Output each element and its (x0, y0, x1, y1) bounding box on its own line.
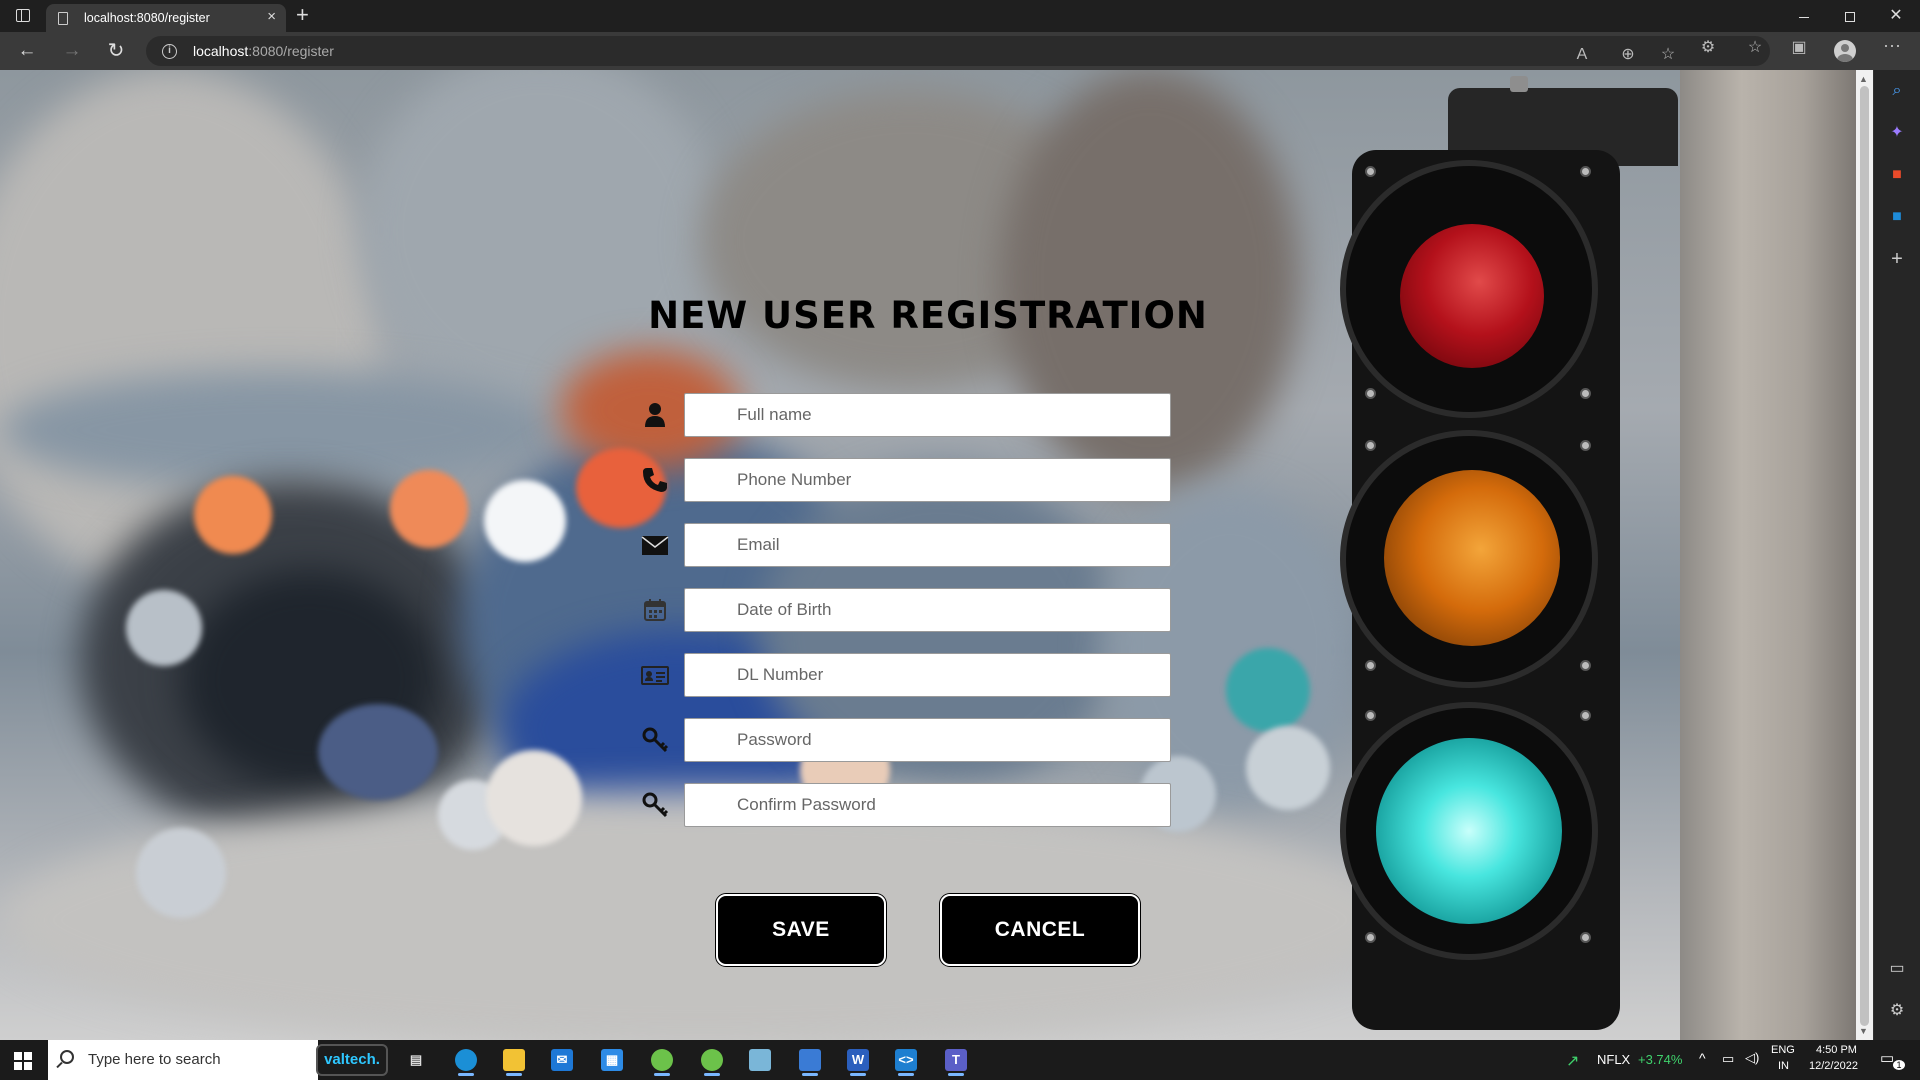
taskbar: Type here to search valtech. ▤ ✉ ▦ W <> … (0, 1040, 1920, 1080)
url-text[interactable]: localhost:8080/register (193, 43, 334, 59)
search-icon (60, 1050, 74, 1064)
store-icon[interactable]: ▦ (594, 1044, 630, 1076)
stock-trend-icon: ↗ (1566, 1053, 1580, 1070)
language-code[interactable]: ENG (1771, 1044, 1795, 1056)
page-title: NEW USER REGISTRATION (648, 294, 1208, 337)
discover-icon[interactable]: ✦ (1886, 122, 1908, 144)
url-path: :8080/register (248, 43, 334, 59)
edge-sidebar: ⌕ ✦ ■ ■ + ▭ ⚙ (1873, 70, 1920, 1040)
word-icon[interactable]: W (840, 1044, 876, 1076)
envelope-icon (638, 529, 672, 561)
browser-toolbar: ← → ↻ i localhost:8080/register A ⊕ ☆ ⚙ … (0, 32, 1920, 70)
vscode-icon[interactable]: <> (888, 1044, 924, 1076)
scroll-down-icon[interactable]: ▼ (1859, 1026, 1868, 1036)
mail-icon[interactable]: ✉ (544, 1044, 580, 1076)
signal-pole (1680, 70, 1856, 1040)
dl-number-input[interactable] (684, 653, 1171, 697)
edge-taskbar-icon[interactable] (448, 1044, 484, 1076)
show-hidden-icons-icon[interactable]: ^ (1699, 1050, 1706, 1066)
outlook-icon[interactable]: ■ (1886, 206, 1908, 228)
add-favorite-icon[interactable]: ☆ (1656, 45, 1680, 65)
page-viewport: NEW USER REGISTRATION Full name Phone Nu… (0, 70, 1856, 1040)
site-info-icon[interactable]: i (162, 44, 177, 59)
minimize-button[interactable] (1784, 4, 1824, 28)
stock-change[interactable]: +3.74% (1638, 1052, 1682, 1067)
hide-sidebar-icon[interactable]: ▭ (1886, 958, 1908, 980)
password-row (634, 718, 1174, 762)
sidebar-settings-icon[interactable]: ⚙ (1886, 1000, 1908, 1022)
add-sidebar-app-icon[interactable]: + (1886, 248, 1908, 270)
taskbar-search-placeholder: Type here to search (88, 1051, 221, 1068)
confirm-password-row (634, 783, 1174, 827)
stock-name[interactable]: NFLX (1597, 1052, 1630, 1067)
read-aloud-icon[interactable]: A (1570, 45, 1594, 65)
id-card-icon (638, 659, 672, 691)
minimize-icon (1799, 16, 1809, 18)
phone-number-input[interactable] (684, 458, 1171, 502)
key-icon (638, 789, 672, 821)
email-row (634, 523, 1174, 567)
tab-close-button[interactable]: × (267, 8, 276, 26)
address-bar[interactable]: i localhost:8080/register A ⊕ ☆ (146, 36, 1770, 66)
browser-titlebar: localhost:8080/register × + ✕ (0, 0, 1920, 32)
close-window-button[interactable]: ✕ (1876, 4, 1916, 28)
confirm-password-input[interactable] (684, 783, 1171, 827)
cancel-button[interactable]: CANCEL (940, 894, 1140, 966)
volume-icon[interactable]: ◁) (1745, 1050, 1759, 1066)
user-icon (638, 399, 672, 431)
search-icon[interactable]: ⌕ (1886, 80, 1908, 102)
profile-avatar-icon[interactable] (1834, 40, 1856, 62)
spring-tool-2-icon[interactable] (694, 1044, 730, 1076)
calendar-icon (638, 594, 672, 626)
email-input[interactable] (684, 523, 1171, 567)
restore-icon (1845, 12, 1855, 23)
task-view-button[interactable]: ▤ (398, 1044, 434, 1076)
spring-tool-icon[interactable] (644, 1044, 680, 1076)
extensions-icon[interactable]: ⚙ (1696, 38, 1720, 58)
clock-date[interactable]: 12/2/2022 (1809, 1060, 1858, 1072)
forward-button[interactable]: → (60, 39, 84, 63)
valtech-pinned-app[interactable]: valtech. (316, 1044, 388, 1076)
amber-lamp (1384, 470, 1560, 646)
notepad-icon[interactable] (742, 1044, 778, 1076)
password-input[interactable] (684, 718, 1171, 762)
date-of-birth-input[interactable] (684, 588, 1171, 632)
collections-icon[interactable]: ▣ (1787, 38, 1811, 58)
dob-row (634, 588, 1174, 632)
phone-row (634, 458, 1174, 502)
full-name-row (634, 393, 1174, 437)
file-explorer-icon[interactable] (496, 1044, 532, 1076)
save-button[interactable]: SAVE (716, 894, 886, 966)
zoom-icon[interactable]: ⊕ (1616, 45, 1640, 65)
tab-actions-icon[interactable] (16, 9, 30, 22)
taskbar-search[interactable]: Type here to search (48, 1040, 318, 1080)
url-host: localhost (193, 43, 249, 59)
more-options-icon[interactable]: ⋯ (1880, 36, 1904, 56)
restore-button[interactable] (1830, 4, 1870, 28)
tab-title: localhost:8080/register (84, 11, 210, 25)
page-icon (58, 12, 68, 25)
new-tab-button[interactable]: + (296, 2, 309, 28)
phone-icon (638, 464, 672, 496)
signal-cap (1510, 76, 1528, 92)
start-button[interactable] (14, 1052, 32, 1070)
scroll-thumb[interactable] (1860, 86, 1869, 1026)
network-icon[interactable]: ▭ (1722, 1051, 1734, 1067)
page-scrollbar[interactable]: ▲ ▼ (1856, 70, 1873, 1040)
dl-row (634, 653, 1174, 697)
back-button[interactable]: ← (15, 39, 39, 63)
teams-icon[interactable]: T (938, 1044, 974, 1076)
clock-time[interactable]: 4:50 PM (1816, 1044, 1857, 1056)
green-lamp (1376, 738, 1562, 924)
photos-icon[interactable] (792, 1044, 828, 1076)
favorites-icon[interactable]: ☆ (1743, 38, 1767, 58)
office-icon[interactable]: ■ (1886, 164, 1908, 186)
key-icon (638, 724, 672, 756)
reload-button[interactable]: ↻ (104, 39, 128, 63)
browser-tab[interactable]: localhost:8080/register × (46, 4, 286, 32)
language-region[interactable]: IN (1778, 1060, 1789, 1072)
full-name-input[interactable] (684, 393, 1171, 437)
notification-badge: 1 (1893, 1060, 1905, 1070)
scroll-up-icon[interactable]: ▲ (1859, 74, 1868, 84)
